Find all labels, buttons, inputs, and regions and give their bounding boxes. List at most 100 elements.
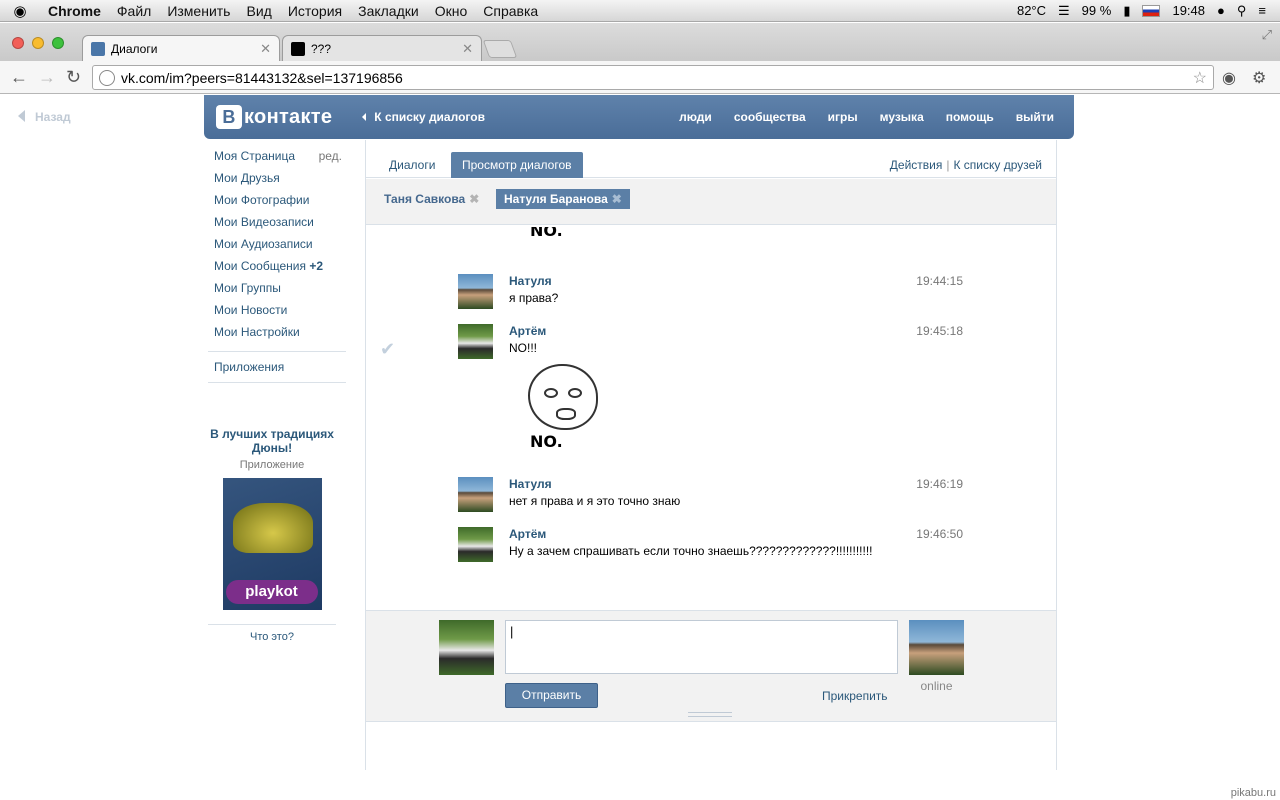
message-author[interactable]: Натуля: [509, 477, 552, 491]
message-text: я права?: [509, 291, 559, 305]
spotlight-search-icon[interactable]: ⚲: [1237, 3, 1247, 19]
back-arrow-icon[interactable]: ←: [10, 67, 28, 88]
wrench-menu-icon[interactable]: ⚙: [1252, 68, 1266, 88]
sidebar-divider: [208, 382, 346, 383]
input-language-flag-icon[interactable]: [1142, 4, 1161, 17]
tab-title: Диалоги: [111, 41, 158, 56]
menu-bookmarks[interactable]: Закладки: [350, 3, 427, 19]
promo-tank-image[interactable]: playkot: [222, 478, 322, 610]
sidebar-item-audio[interactable]: Мои Аудиозаписи: [208, 235, 348, 257]
message-author[interactable]: Артём: [509, 527, 546, 541]
sidebar-item-apps[interactable]: Приложения: [208, 358, 348, 380]
menu-file[interactable]: Файл: [109, 3, 159, 19]
unread-count-badge: +2: [309, 259, 323, 273]
browser-tabstrip: Диалоги ✕ ??? ✕ ⤢: [0, 23, 1280, 61]
maximize-window-button[interactable]: [52, 37, 64, 49]
promo-title[interactable]: В лучших традициях Дюны!: [208, 427, 336, 455]
battery-percent[interactable]: 99 %: [1082, 3, 1112, 18]
page: Назад В контакте К списку диалогов люди …: [0, 95, 1280, 800]
actions-link[interactable]: Действия: [890, 158, 943, 172]
new-tab-button[interactable]: [482, 40, 518, 58]
sidebar-item-label[interactable]: Моя Страница: [214, 149, 295, 163]
sidebar-item-groups[interactable]: Мои Группы: [208, 279, 348, 301]
peer-name[interactable]: Таня Савкова: [384, 192, 465, 206]
close-tab-icon[interactable]: ✕: [260, 41, 271, 57]
message-time: 19:46:19: [916, 477, 963, 491]
meme-image[interactable]: NO.: [516, 360, 606, 455]
friends-list-link[interactable]: К списку друзей: [953, 158, 1042, 172]
nav-games[interactable]: игры: [828, 110, 858, 124]
sidebar-item-label[interactable]: Мои Сообщения: [214, 259, 306, 273]
forward-arrow-icon[interactable]: →: [38, 67, 56, 88]
top-nav: люди сообщества игры музыка помощь выйти: [679, 110, 1054, 124]
apple-icon[interactable]: ◉: [0, 2, 40, 20]
menu-edit[interactable]: Изменить: [159, 3, 238, 19]
message-history[interactable]: NO. Натуля 19:44:15 я права? ✔ Артём 19:…: [366, 227, 1056, 607]
url-text[interactable]: vk.com/im?peers=81443132&sel=137196856: [121, 70, 403, 86]
avatar[interactable]: [458, 274, 493, 309]
peer-name[interactable]: Натуля Баранова: [504, 192, 608, 206]
wifi-icon[interactable]: ☰: [1058, 3, 1070, 19]
address-bar[interactable]: vk.com/im?peers=81443132&sel=137196856 ☆: [92, 65, 1214, 90]
peer-tab-active[interactable]: Натуля Баранова ✖: [496, 189, 630, 209]
to-dialogs-link[interactable]: К списку диалогов: [362, 110, 485, 124]
reload-icon[interactable]: ↻: [66, 67, 81, 88]
peer-tabs: Таня Савкова ✖ Натуля Баранова ✖: [366, 179, 1056, 225]
vk-logo[interactable]: В контакте: [216, 105, 332, 129]
menu-history[interactable]: История: [280, 3, 350, 19]
nav-communities[interactable]: сообщества: [734, 110, 806, 124]
user-icon[interactable]: ●: [1217, 3, 1225, 18]
nav-music[interactable]: музыка: [880, 110, 924, 124]
promo-what-link[interactable]: Что это?: [208, 631, 336, 643]
close-peer-icon[interactable]: ✖: [612, 192, 622, 206]
send-button[interactable]: Отправить: [505, 683, 598, 708]
message-input[interactable]: |: [505, 620, 898, 674]
minimize-window-button[interactable]: [32, 37, 44, 49]
tab-dialogs[interactable]: Диалоги: [378, 152, 446, 178]
back-link[interactable]: Назад: [18, 110, 71, 124]
close-tab-icon[interactable]: ✕: [462, 41, 473, 57]
extension-globe-icon[interactable]: ◉: [1222, 68, 1236, 88]
menu-help[interactable]: Справка: [475, 3, 546, 19]
notification-list-icon[interactable]: ≡: [1258, 3, 1266, 18]
avatar[interactable]: [458, 527, 493, 562]
clock[interactable]: 19:48: [1172, 3, 1205, 18]
online-status: online: [920, 679, 953, 693]
sidebar-item-news[interactable]: Мои Новости: [208, 301, 348, 323]
attach-link[interactable]: Прикрепить: [822, 689, 888, 703]
tab-view-dialogs[interactable]: Просмотр диалогов: [451, 152, 583, 178]
message-author[interactable]: Натуля: [509, 274, 552, 288]
vk-header: В контакте К списку диалогов люди сообще…: [204, 95, 1074, 139]
avatar[interactable]: [458, 477, 493, 512]
close-peer-icon[interactable]: ✖: [469, 192, 479, 206]
menu-window[interactable]: Окно: [427, 3, 476, 19]
browser-tab-second[interactable]: ??? ✕: [282, 35, 482, 61]
nav-logout[interactable]: выйти: [1016, 110, 1054, 124]
sidebar-item-settings[interactable]: Мои Настройки: [208, 323, 348, 345]
message-author[interactable]: Артём: [509, 324, 546, 338]
vk-logo-text: контакте: [244, 105, 333, 128]
sidebar-item-videos[interactable]: Мои Видеозаписи: [208, 213, 348, 235]
meme-image-partial[interactable]: NO.: [516, 227, 606, 244]
peer-avatar[interactable]: [909, 620, 964, 675]
menu-view[interactable]: Вид: [238, 3, 279, 19]
nav-help[interactable]: помощь: [946, 110, 994, 124]
close-window-button[interactable]: [12, 37, 24, 49]
resize-grip[interactable]: [688, 712, 732, 717]
avatar[interactable]: [458, 324, 493, 359]
battery-icon[interactable]: ▮: [1123, 3, 1130, 19]
sidebar-item-photos[interactable]: Мои Фотографии: [208, 191, 348, 213]
my-avatar[interactable]: [439, 620, 494, 675]
peer-tab[interactable]: Таня Савкова ✖: [376, 189, 487, 209]
bookmark-star-icon[interactable]: ☆: [1193, 68, 1207, 88]
edit-profile-link[interactable]: ред.: [319, 147, 342, 165]
sidebar-item-messages[interactable]: Мои Сообщения +2: [208, 257, 348, 279]
site-info-icon[interactable]: [99, 69, 115, 86]
temperature-readout[interactable]: 82°C: [1017, 3, 1046, 18]
nav-people[interactable]: люди: [679, 110, 712, 124]
browser-tab-dialogs[interactable]: Диалоги ✕: [82, 35, 280, 61]
fullscreen-icon[interactable]: ⤢: [1262, 27, 1272, 43]
menu-chrome[interactable]: Chrome: [40, 3, 109, 19]
sidebar-item-friends[interactable]: Мои Друзья: [208, 169, 348, 191]
sidebar-item-my-page[interactable]: Моя Страница ред.: [208, 147, 348, 169]
